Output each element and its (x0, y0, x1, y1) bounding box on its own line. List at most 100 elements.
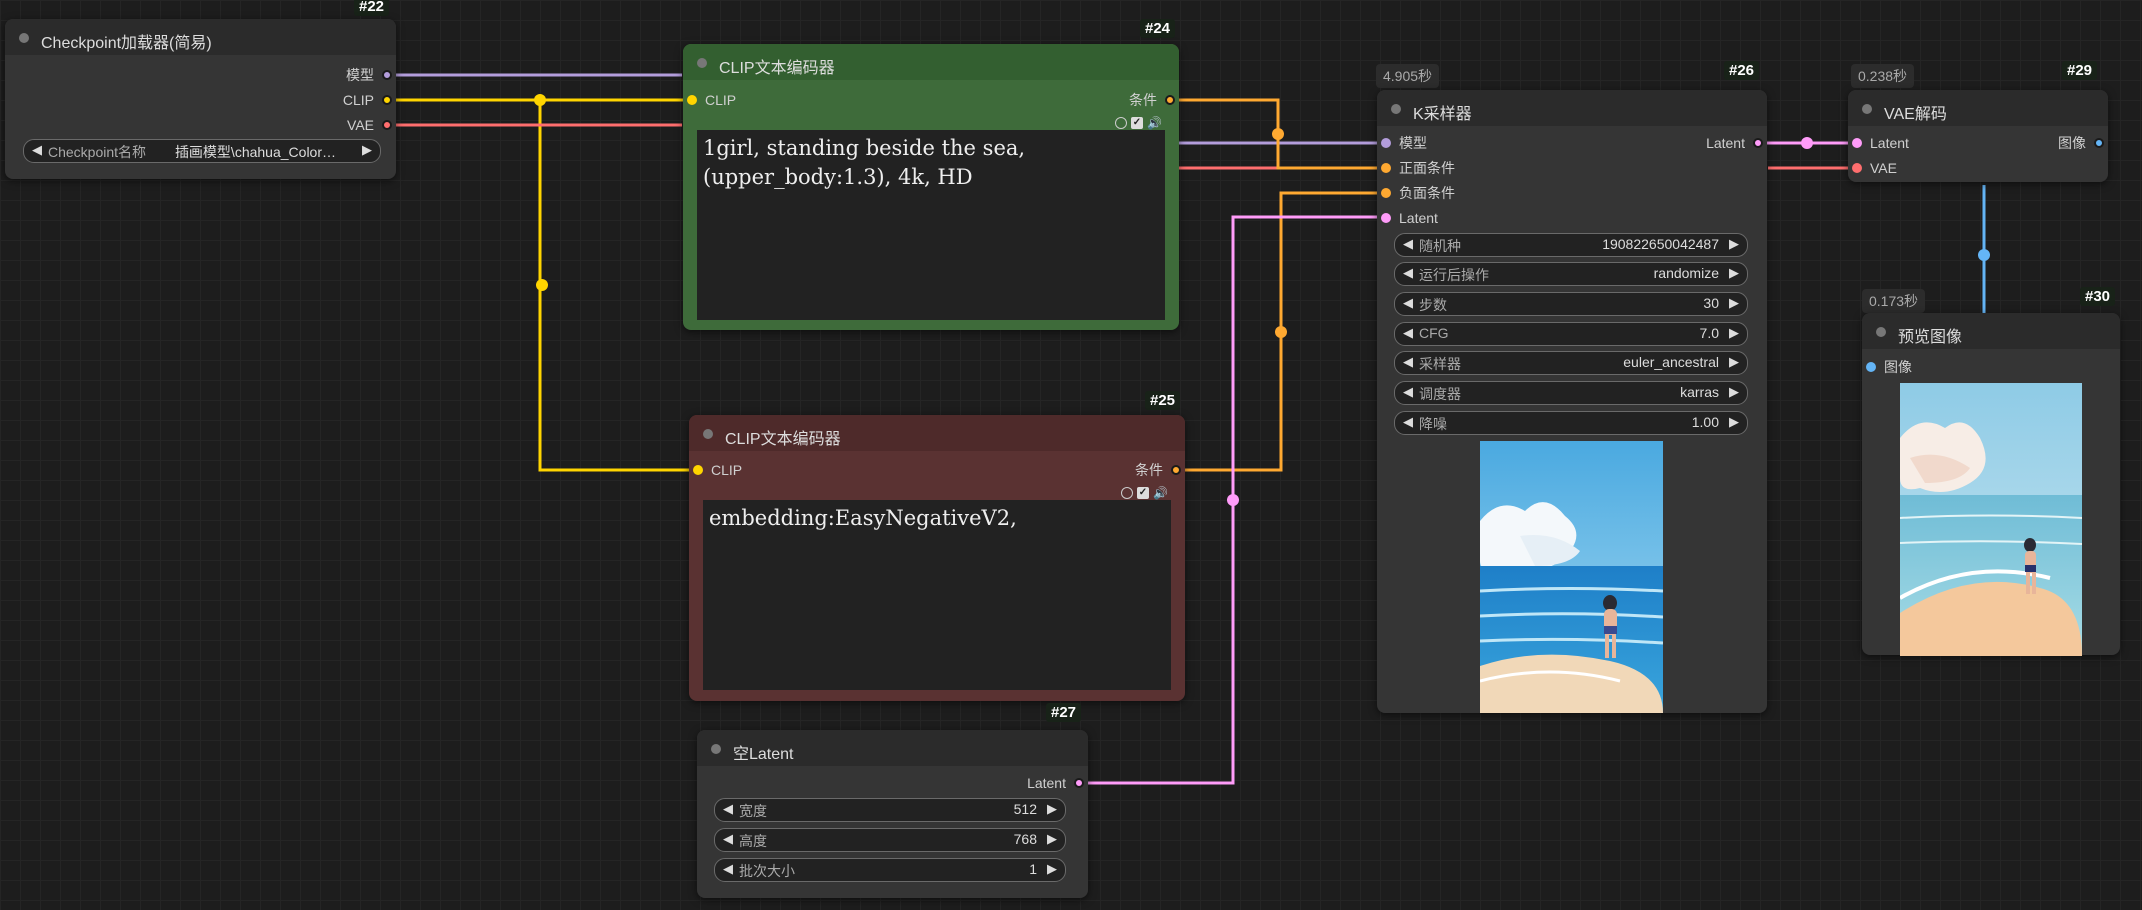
empty-latent-node[interactable]: 空Latent Latent ◀ 宽度 512 ▶ ◀ 高度 768 ▶ ◀ 批次大小 1 ▶ (697, 730, 1088, 898)
collapse-dot[interactable] (711, 744, 721, 754)
height-widget[interactable]: ◀ 高度 768 ▶ (714, 828, 1066, 852)
increment-arrow-icon[interactable]: ▶ (1047, 861, 1057, 877)
seed-widget[interactable]: ◀ 随机种 190822650042487 ▶ (1394, 233, 1748, 257)
slot-label: 模型 (346, 67, 374, 83)
increment-arrow-icon[interactable]: ▶ (1729, 325, 1739, 341)
execution-time: 4.905秒 (1376, 64, 1440, 88)
output-conditioning[interactable]: 条件 (1129, 90, 1179, 110)
cfg-widget[interactable]: ◀ CFG 7.0 ▶ (1394, 322, 1748, 346)
slot-dot[interactable] (1381, 188, 1391, 198)
decrement-arrow-icon[interactable]: ◀ (1403, 414, 1413, 430)
slot-dot[interactable] (1753, 138, 1763, 148)
slot-dot[interactable] (1165, 95, 1175, 105)
input-model[interactable]: 模型 (1377, 133, 1427, 153)
decrement-arrow-icon[interactable]: ◀ (723, 831, 733, 847)
slot-dot[interactable] (1381, 213, 1391, 223)
decrement-arrow-icon[interactable]: ◀ (1403, 325, 1413, 341)
node-title-bar[interactable]: CLIP文本编码器 (689, 415, 1185, 451)
slot-dot[interactable] (382, 120, 392, 130)
input-vae[interactable]: VAE (1848, 158, 1897, 178)
slot-dot[interactable] (1852, 163, 1862, 173)
width-widget[interactable]: ◀ 宽度 512 ▶ (714, 798, 1066, 822)
input-latent[interactable]: Latent (1377, 208, 1438, 228)
slot-dot[interactable] (1381, 138, 1391, 148)
slot-dot[interactable] (1852, 138, 1862, 148)
input-clip[interactable]: CLIP (683, 90, 736, 110)
speaker-icon[interactable]: 🔊 (1147, 117, 1162, 129)
slot-dot[interactable] (382, 70, 392, 80)
steps-widget[interactable]: ◀ 步数 30 ▶ (1394, 292, 1748, 316)
checkbox-icon[interactable]: ✓ (1131, 117, 1143, 130)
output-model[interactable]: 模型 (346, 65, 396, 85)
control-after-generate-widget[interactable]: ◀ 运行后操作 randomize ▶ (1394, 262, 1748, 286)
denoise-widget[interactable]: ◀ 降噪 1.00 ▶ (1394, 411, 1748, 435)
node-title-bar[interactable]: 空Latent (697, 730, 1088, 766)
increment-arrow-icon[interactable]: ▶ (1729, 236, 1739, 252)
slot-dot[interactable] (1866, 362, 1876, 372)
output-conditioning[interactable]: 条件 (1135, 460, 1185, 480)
speaker-icon[interactable]: 🔊 (1153, 487, 1168, 499)
decrement-arrow-icon[interactable]: ◀ (723, 861, 733, 877)
collapse-dot[interactable] (703, 429, 713, 439)
collapse-dot[interactable] (697, 58, 707, 68)
increment-arrow-icon[interactable]: ▶ (1047, 831, 1057, 847)
slot-dot[interactable] (382, 95, 392, 105)
slot-dot[interactable] (1074, 778, 1084, 788)
widget-value: 768 (1013, 831, 1037, 847)
output-vae[interactable]: VAE (347, 115, 396, 135)
output-image[interactable]: 图像 (2058, 133, 2108, 153)
node-title-bar[interactable]: CLIP文本编码器 (683, 44, 1179, 80)
collapse-dot[interactable] (1876, 327, 1886, 337)
collapse-dot[interactable] (19, 33, 29, 43)
input-positive[interactable]: 正面条件 (1377, 158, 1455, 178)
decrement-arrow-icon[interactable]: ◀ (1403, 384, 1413, 400)
slot-dot[interactable] (687, 95, 697, 105)
increment-arrow-icon[interactable]: ▶ (1729, 295, 1739, 311)
slot-dot[interactable] (1171, 465, 1181, 475)
increment-arrow-icon[interactable]: ▶ (1047, 801, 1057, 817)
slot-dot[interactable] (1381, 163, 1391, 173)
clip-text-encode-negative-node[interactable]: CLIP文本编码器 CLIP 条件 ✓ 🔊 embedding:EasyNegat… (689, 415, 1185, 701)
ckpt-name-widget[interactable]: ◀ Checkpoint名称 插画模型\chahua_Color… ▶ (23, 139, 381, 163)
increment-arrow-icon[interactable]: ▶ (362, 142, 372, 158)
decrement-arrow-icon[interactable]: ◀ (1403, 236, 1413, 252)
output-latent[interactable]: Latent (1027, 773, 1088, 793)
prompt-textarea[interactable]: embedding:EasyNegativeV2, (703, 500, 1171, 690)
increment-arrow-icon[interactable]: ▶ (1729, 384, 1739, 400)
clip-text-encode-positive-node[interactable]: CLIP文本编码器 CLIP 条件 ✓ 🔊 1girl, standing bes… (683, 44, 1179, 330)
node-title-bar[interactable]: K采样器 (1377, 90, 1767, 126)
circle-toggle-icon[interactable] (1121, 487, 1133, 500)
preview-image-node[interactable]: 预览图像 图像 (1862, 313, 2120, 656)
decrement-arrow-icon[interactable]: ◀ (723, 801, 733, 817)
input-clip[interactable]: CLIP (689, 460, 742, 480)
increment-arrow-icon[interactable]: ▶ (1729, 414, 1739, 430)
reroute-dot (534, 94, 546, 106)
slot-dot[interactable] (693, 465, 703, 475)
increment-arrow-icon[interactable]: ▶ (1729, 265, 1739, 281)
scheduler-widget[interactable]: ◀ 调度器 karras ▶ (1394, 381, 1748, 405)
input-latent[interactable]: Latent (1848, 133, 1909, 153)
decrement-arrow-icon[interactable]: ◀ (1403, 265, 1413, 281)
output-clip[interactable]: CLIP (343, 90, 396, 110)
node-title-bar[interactable]: Checkpoint加载器(简易) (5, 19, 396, 55)
node-title-bar[interactable]: 预览图像 (1862, 313, 2120, 349)
ksampler-node[interactable]: K采样器 模型 正面条件 负面条件 Latent Latent ◀ 随机种 1908… (1377, 90, 1767, 713)
output-latent[interactable]: Latent (1706, 133, 1767, 153)
checkbox-icon[interactable]: ✓ (1137, 487, 1149, 500)
node-title-bar[interactable]: VAE解码 (1848, 90, 2108, 126)
circle-toggle-icon[interactable] (1115, 117, 1127, 130)
collapse-dot[interactable] (1862, 104, 1872, 114)
increment-arrow-icon[interactable]: ▶ (1729, 354, 1739, 370)
sampler-widget[interactable]: ◀ 采样器 euler_ancestral ▶ (1394, 351, 1748, 375)
collapse-dot[interactable] (1391, 104, 1401, 114)
vae-decode-node[interactable]: VAE解码 Latent VAE 图像 (1848, 90, 2108, 182)
input-image[interactable]: 图像 (1862, 357, 1912, 377)
decrement-arrow-icon[interactable]: ◀ (32, 142, 42, 158)
prompt-textarea[interactable]: 1girl, standing beside the sea, (upper_b… (697, 130, 1165, 320)
batch-size-widget[interactable]: ◀ 批次大小 1 ▶ (714, 858, 1066, 882)
checkpoint-loader-node[interactable]: Checkpoint加载器(简易) 模型 CLIP VAE ◀ Checkpoi… (5, 19, 396, 179)
decrement-arrow-icon[interactable]: ◀ (1403, 295, 1413, 311)
decrement-arrow-icon[interactable]: ◀ (1403, 354, 1413, 370)
input-negative[interactable]: 负面条件 (1377, 183, 1455, 203)
slot-dot[interactable] (2094, 138, 2104, 148)
